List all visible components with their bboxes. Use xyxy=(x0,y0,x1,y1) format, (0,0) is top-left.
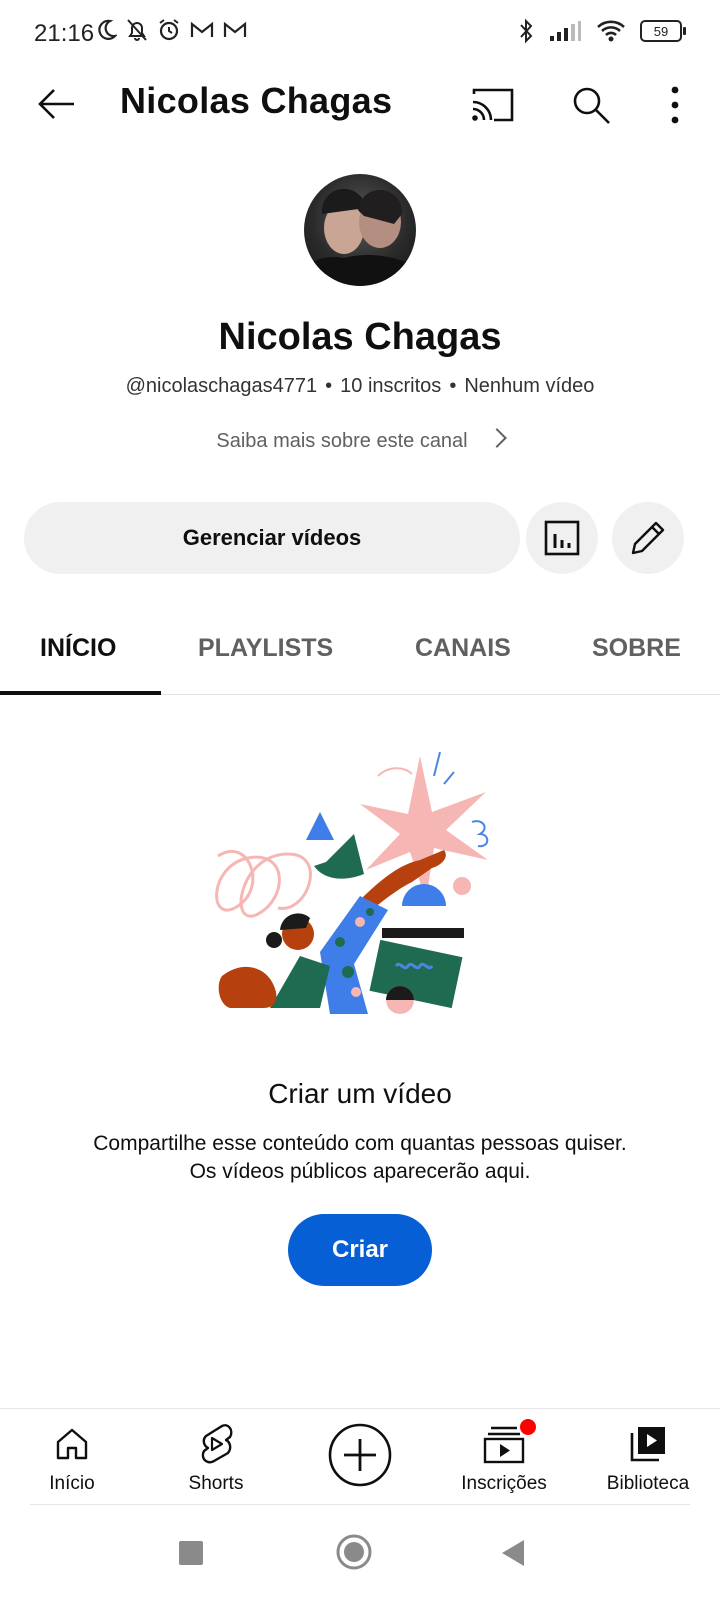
nav-label-shorts: Shorts xyxy=(188,1473,244,1494)
manage-videos-button[interactable]: Gerenciar vídeos xyxy=(24,502,520,574)
channel-meta: @nicolaschagas4771 • 10 inscritos • Nenhum v… xyxy=(0,375,720,398)
about-channel-link[interactable]: Saiba mais sobre este canal xyxy=(0,428,720,453)
nav-label-subscriptions: Inscrições xyxy=(461,1473,547,1494)
nav-item-home[interactable]: Início xyxy=(0,1421,144,1495)
chevron-right-icon xyxy=(486,428,507,448)
nav-item-subscriptions[interactable]: Inscrições xyxy=(432,1417,576,1495)
shorts-icon xyxy=(201,1424,233,1464)
recents-square-icon[interactable] xyxy=(178,1540,204,1566)
tab-playlists[interactable]: PLAYLISTS xyxy=(198,634,333,663)
active-tab-indicator xyxy=(0,691,161,695)
empty-state-illustration xyxy=(215,752,489,1014)
create-plus-icon xyxy=(328,1423,392,1487)
back-triangle-icon[interactable] xyxy=(500,1538,526,1568)
channel-avatar[interactable] xyxy=(304,174,416,286)
tab-sobre[interactable]: SOBRE xyxy=(592,634,681,663)
analytics-button[interactable] xyxy=(526,502,598,574)
battery-icon: 59 xyxy=(640,20,686,42)
nav-item-shorts[interactable]: Shorts xyxy=(144,1421,288,1495)
more-vert-icon[interactable] xyxy=(665,84,685,126)
status-right-icons: 59 xyxy=(518,18,686,44)
status-left-icons xyxy=(97,18,247,42)
empty-state-title: Criar um vídeo xyxy=(268,1078,452,1109)
subscriber-count: 10 inscritos xyxy=(340,375,442,397)
empty-state-line-2: Os vídeos públicos aparecerão aqui. xyxy=(189,1160,531,1183)
tab-inicio[interactable]: INÍCIO xyxy=(40,634,116,663)
nav-item-create[interactable] xyxy=(288,1417,432,1493)
separator-dot: • xyxy=(325,375,333,397)
avatar-photo xyxy=(304,188,416,286)
bottom-navigation: Início Shorts Inscrições Biblioteca xyxy=(0,1408,720,1505)
search-icon[interactable] xyxy=(570,84,612,126)
create-button[interactable]: Criar xyxy=(288,1214,432,1286)
cast-icon[interactable] xyxy=(470,86,516,124)
bluetooth-icon xyxy=(520,18,533,44)
about-channel-label: Saiba mais sobre este canal xyxy=(216,430,468,452)
bell-off-icon xyxy=(127,19,147,41)
nav-label-home: Início xyxy=(49,1473,95,1494)
nav-label-library: Biblioteca xyxy=(606,1473,690,1494)
moon-icon xyxy=(98,19,117,40)
home-icon xyxy=(56,1428,88,1460)
nav-divider xyxy=(30,1504,690,1505)
video-count: Nenhum vídeo xyxy=(464,375,595,397)
page-title: Nicolas Chagas xyxy=(120,80,393,121)
signal-icon xyxy=(550,21,581,41)
tab-canais[interactable]: CANAIS xyxy=(415,634,511,663)
notification-badge xyxy=(518,1417,538,1437)
status-bar: 21:16 59 xyxy=(0,0,720,64)
nav-item-library[interactable]: Biblioteca xyxy=(576,1421,720,1495)
alarm-icon xyxy=(159,19,179,41)
gmail-icon xyxy=(190,21,214,37)
gmail-icon xyxy=(223,21,247,37)
edit-channel-button[interactable] xyxy=(612,502,684,574)
channel-name: Nicolas Chagas xyxy=(218,316,502,358)
status-time: 21:16 xyxy=(34,20,95,47)
empty-state-description: Compartilhe esse conteúdo com quantas pe… xyxy=(0,1130,720,1186)
wifi-icon xyxy=(597,20,625,42)
separator-dot: • xyxy=(449,375,457,397)
analytics-icon xyxy=(544,520,580,556)
edit-pencil-icon xyxy=(631,521,665,555)
channel-tabs: INÍCIO PLAYLISTS CANAIS SOBRE xyxy=(0,610,720,695)
empty-state-line-1: Compartilhe esse conteúdo com quantas pe… xyxy=(93,1132,627,1155)
system-navigation-bar xyxy=(0,1520,720,1600)
back-arrow-icon[interactable] xyxy=(34,82,78,126)
library-icon xyxy=(630,1427,665,1462)
channel-handle: @nicolaschagas4771 xyxy=(125,375,318,397)
home-circle-icon[interactable] xyxy=(336,1534,372,1570)
